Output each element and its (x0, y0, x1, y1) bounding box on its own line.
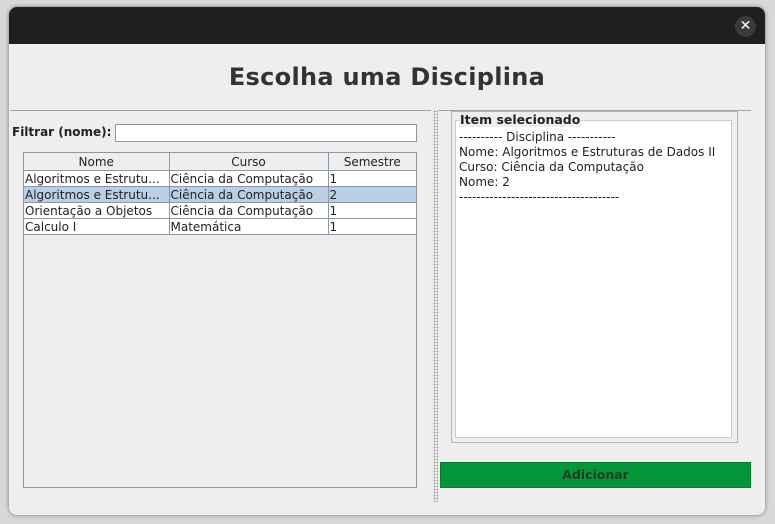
detail-line: ------------------------------------- (459, 190, 620, 204)
disciplines-table[interactable]: Nome Curso Semestre Algoritmos e Estrutu… (23, 152, 417, 488)
cell-semestre[interactable]: 1 (328, 218, 416, 235)
table-row[interactable]: Calculo I Matemática 1 (24, 218, 416, 235)
filter-label: Filtrar (nome): (12, 125, 112, 139)
table-row-selected[interactable]: Algoritmos e Estrutu... Ciência da Compu… (24, 186, 416, 203)
page-title: Escolha uma Disciplina (228, 63, 546, 91)
close-icon: ✕ (739, 18, 752, 34)
column-header-semestre[interactable]: Semestre (328, 153, 416, 171)
detail-line: Curso: Ciência da Computação (459, 160, 644, 174)
table-header-row: Nome Curso Semestre (24, 153, 416, 171)
cell-curso[interactable]: Ciência da Computação (169, 170, 329, 187)
cell-curso[interactable]: Ciência da Computação (169, 202, 329, 219)
add-button[interactable]: Adicionar (440, 462, 751, 488)
column-header-nome[interactable]: Nome (24, 153, 170, 171)
selected-item-title: Item selecionado (459, 112, 582, 127)
column-header-curso[interactable]: Curso (169, 153, 329, 171)
detail-line: Nome: 2 (459, 175, 510, 189)
cell-nome[interactable]: Orientação a Objetos (24, 202, 170, 219)
cell-semestre[interactable]: 2 (328, 186, 416, 203)
cell-nome[interactable]: Calculo I (24, 218, 170, 235)
selected-item-details: ---------- Disciplina ----------- Nome: A… (455, 120, 732, 438)
dialog-window: ✕ Escolha uma Disciplina Filtrar (nome):… (9, 7, 765, 515)
cell-semestre[interactable]: 1 (328, 202, 416, 219)
title-bar[interactable]: ✕ (9, 7, 765, 44)
detail-line: ---------- Disciplina ----------- (459, 130, 616, 144)
cell-semestre[interactable]: 1 (328, 170, 416, 187)
split-pane-divider[interactable] (433, 110, 438, 502)
cell-curso[interactable]: Matemática (169, 218, 329, 235)
cell-nome[interactable]: Algoritmos e Estrutu... (24, 170, 170, 187)
table-row[interactable]: Orientação a Objetos Ciência da Computaç… (24, 202, 416, 219)
filter-input[interactable] (115, 124, 417, 142)
detail-line: Nome: Algoritmos e Estruturas de Dados I… (459, 145, 716, 159)
table-row[interactable]: Algoritmos e Estrutu... Ciência da Compu… (24, 170, 416, 187)
cell-curso[interactable]: Ciência da Computação (169, 186, 329, 203)
cell-nome[interactable]: Algoritmos e Estrutu... (24, 186, 170, 203)
close-button[interactable]: ✕ (735, 16, 756, 37)
